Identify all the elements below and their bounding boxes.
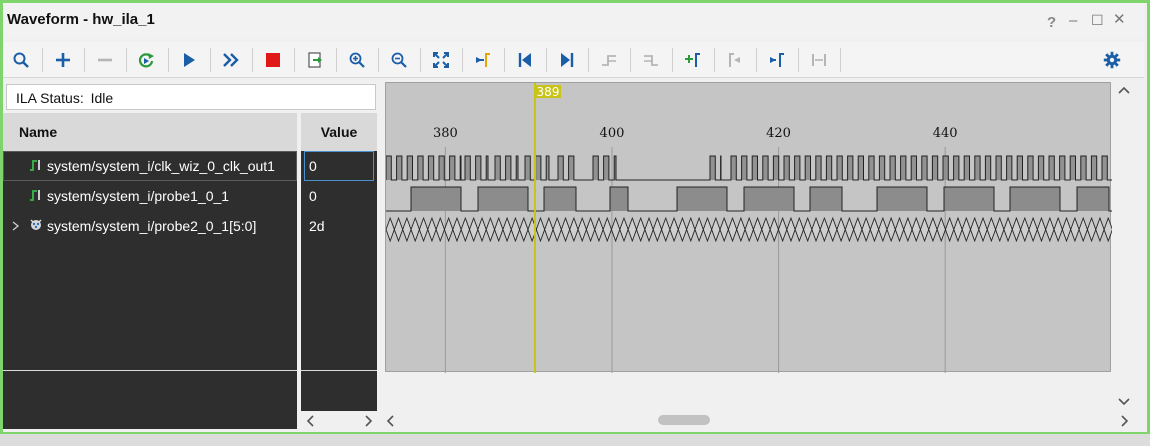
value-horizontal-scrollbar[interactable] xyxy=(301,411,377,430)
stop-icon[interactable] xyxy=(258,46,288,74)
next-transition-icon[interactable] xyxy=(636,46,666,74)
minimize-icon[interactable]: – xyxy=(1069,13,1077,28)
search-icon[interactable] xyxy=(6,46,36,74)
scroll-right-icon[interactable] xyxy=(365,415,373,427)
run-immediate-icon[interactable] xyxy=(216,46,246,74)
window-title: Waveform - hw_ila_1 xyxy=(7,11,155,28)
signal-name: system/system_i/probe1_0_1 xyxy=(47,188,230,204)
previous-marker-icon[interactable] xyxy=(720,46,750,74)
add-marker-icon[interactable] xyxy=(678,46,708,74)
value-row: 2d xyxy=(301,211,377,241)
close-icon[interactable]: ✕ xyxy=(1113,12,1126,27)
zoom-in-icon[interactable] xyxy=(342,46,372,74)
marker-label: 389 xyxy=(537,85,560,99)
ila-status-value: Idle xyxy=(90,90,114,106)
signal-name: system/system_i/probe2_0_1[5:0] xyxy=(47,218,257,234)
refresh-icon[interactable] xyxy=(132,46,162,74)
bus-signal-icon xyxy=(30,219,42,230)
title-bar: Waveform - hw_ila_1 ? – ☐ ✕ xyxy=(3,3,1144,39)
value-row: 0 xyxy=(301,151,377,181)
ila-status-label: ILA Status: xyxy=(16,90,84,106)
go-to-start-icon[interactable] xyxy=(510,46,540,74)
expand-chevron-icon[interactable] xyxy=(12,221,20,231)
row-divider xyxy=(301,370,377,371)
signal-value: 0 xyxy=(309,188,317,204)
selected-row-outline xyxy=(3,151,297,181)
maximize-icon[interactable]: ☐ xyxy=(1091,13,1104,27)
next-marker-icon[interactable] xyxy=(762,46,792,74)
signal-value-panel: Value 0 0 2d xyxy=(301,113,377,429)
scroll-thumb[interactable] xyxy=(658,415,710,425)
signal-name-panel: Name system/system_i/clk_wiz_0_clk_out1 … xyxy=(3,113,297,429)
go-to-cursor-icon[interactable] xyxy=(468,46,498,74)
window-bottom-edge xyxy=(0,432,1150,446)
clk-waveform xyxy=(386,155,1112,181)
scroll-up-icon[interactable] xyxy=(1118,86,1130,94)
bit-signal-icon xyxy=(30,190,40,201)
scroll-down-icon[interactable] xyxy=(1118,398,1130,406)
signal-value: 2d xyxy=(309,218,325,234)
toolbar xyxy=(3,42,1144,78)
zoom-fit-icon[interactable] xyxy=(426,46,456,74)
remove-icon[interactable] xyxy=(90,46,120,74)
settings-icon[interactable] xyxy=(1097,46,1127,74)
scroll-left-icon[interactable] xyxy=(306,415,314,427)
go-to-end-icon[interactable] xyxy=(552,46,582,74)
help-icon[interactable]: ? xyxy=(1047,15,1056,30)
probe1-waveform xyxy=(386,186,1112,212)
value-row: 0 xyxy=(301,181,377,211)
time-tick-label: 380 xyxy=(433,126,458,141)
scroll-right-icon[interactable] xyxy=(1121,415,1129,427)
waveform-canvas[interactable]: 380 400 420 440 389 xyxy=(385,82,1112,373)
add-icon[interactable] xyxy=(48,46,78,74)
probe2-bus-waveform xyxy=(386,217,1112,242)
export-icon[interactable] xyxy=(300,46,330,74)
name-column-header[interactable]: Name xyxy=(3,113,297,151)
previous-transition-icon[interactable] xyxy=(594,46,624,74)
row-divider xyxy=(3,370,297,371)
value-column-header[interactable]: Value xyxy=(301,113,377,151)
scroll-left-icon[interactable] xyxy=(386,415,394,427)
signal-row-probe2[interactable]: system/system_i/probe2_0_1[5:0] xyxy=(3,211,297,241)
zoom-out-icon[interactable] xyxy=(384,46,414,74)
run-trigger-icon[interactable] xyxy=(174,46,204,74)
time-tick-label: 420 xyxy=(766,126,791,141)
waveform-horizontal-scrollbar[interactable] xyxy=(381,411,1136,430)
signal-value: 0 xyxy=(309,158,317,174)
vertical-scrollbar[interactable] xyxy=(1114,82,1134,410)
signal-row-probe1[interactable]: system/system_i/probe1_0_1 xyxy=(3,181,297,211)
time-tick-label: 440 xyxy=(933,126,958,141)
time-tick-label: 400 xyxy=(600,126,625,141)
waveform-svg: 380 400 420 440 389 xyxy=(386,83,1112,373)
swap-cursors-icon[interactable] xyxy=(804,46,834,74)
ila-status: ILA Status: Idle xyxy=(6,84,376,110)
